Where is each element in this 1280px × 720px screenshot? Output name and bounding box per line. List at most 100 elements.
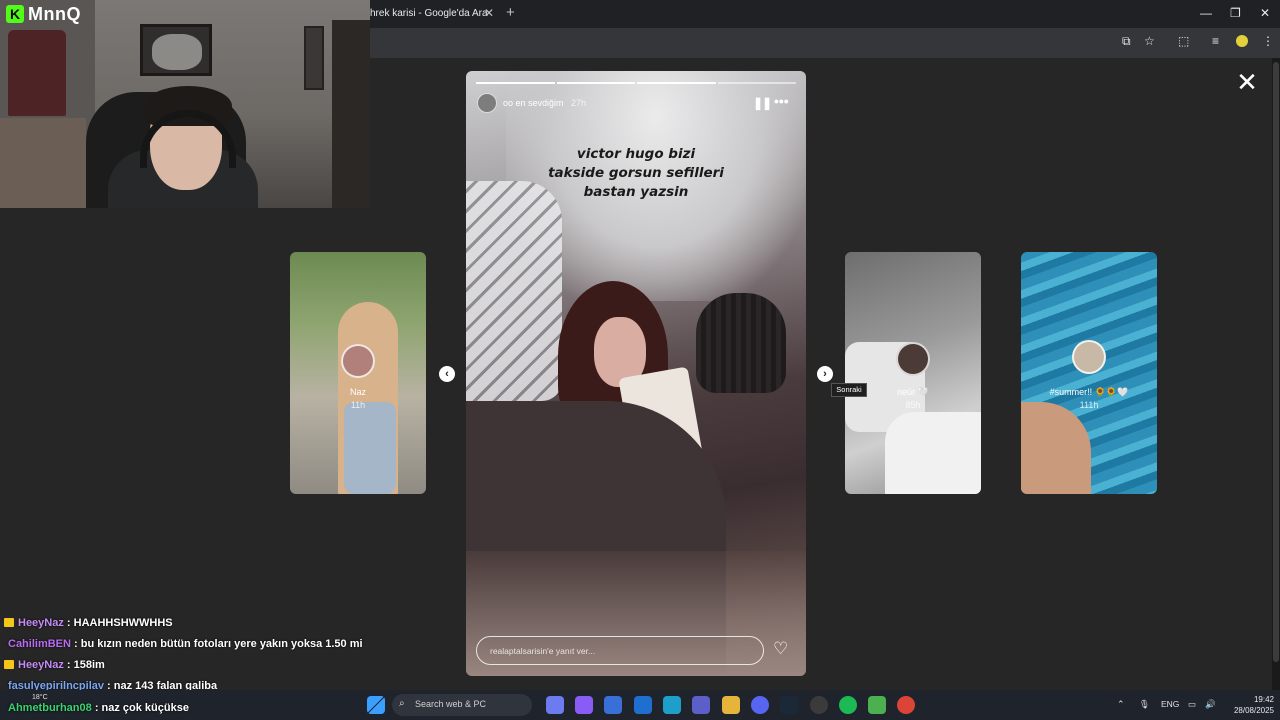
stream-logo: K MnnQ [6, 4, 81, 24]
story-time: 111h [1079, 400, 1099, 410]
caption-line: victor hugo bizi [576, 146, 696, 162]
previous-story-button[interactable]: ‹ [439, 366, 455, 382]
file-explorer-icon[interactable] [722, 696, 740, 714]
menu-kebab-icon[interactable]: ⋮ [1262, 34, 1274, 48]
story-card-prev[interactable]: Naz 11h [290, 252, 426, 494]
caption-line: takside gorsun sefilleri [548, 165, 724, 181]
scrollbar-thumb[interactable] [1273, 62, 1279, 662]
reply-placeholder: realaptalsarisin'e yanıt ver... [490, 646, 596, 656]
story-username: Naz [349, 387, 366, 397]
screen: hrek karisi - Google'da Ara ✕ + — ❐ ✕ ⧉ … [0, 0, 1280, 720]
discord-icon[interactable] [751, 696, 769, 714]
copilot-icon[interactable] [546, 696, 564, 714]
browser-tab[interactable]: hrek karisi - Google'da Ara [360, 2, 500, 28]
spotify-icon[interactable] [839, 696, 857, 714]
like-heart-icon[interactable]: ♡ [773, 639, 788, 659]
chat-text: : 158im [66, 659, 105, 671]
chat-username: HeeyNaz [18, 659, 64, 671]
store-icon[interactable] [604, 696, 622, 714]
story-photo [344, 402, 396, 494]
story-photo [1021, 402, 1091, 494]
more-options-icon[interactable]: ••• [774, 93, 789, 109]
story-avatar [896, 342, 930, 376]
kick-logo-icon: K [6, 5, 24, 23]
window-close-button[interactable]: ✕ [1260, 6, 1270, 20]
story-username[interactable]: oo en sevdiğim [503, 98, 564, 108]
language-indicator[interactable]: ENG [1161, 699, 1179, 709]
subscriber-badge-icon [4, 618, 14, 627]
tab-close-icon[interactable]: ✕ [484, 6, 494, 20]
next-tooltip: Sonraki [831, 383, 867, 397]
microphone-icon[interactable]: 🎙 [1139, 699, 1150, 710]
chat-username: HeeyNaz [18, 617, 64, 629]
chrome-icon[interactable] [897, 696, 915, 714]
bookmark-star-icon[interactable]: ☆ [1144, 34, 1155, 48]
tray-chevron-icon[interactable]: ⌃ [1117, 699, 1125, 710]
story-avatar [341, 344, 375, 378]
volume-icon[interactable]: 🔊 [1205, 699, 1216, 710]
story-card-next-2[interactable]: #summer!! 🌻🌻🤍 111h [1021, 252, 1157, 494]
app-icon[interactable] [810, 696, 828, 714]
pause-icon[interactable]: ❚❚ [753, 96, 772, 110]
webcam-image [0, 118, 86, 208]
story-card-main[interactable]: oo en sevdiğim 27h ❚❚ ••• victor hugo bi… [466, 71, 806, 676]
clock-time: 19:42 [1253, 695, 1274, 704]
close-viewer-icon[interactable]: ✕ [1234, 69, 1260, 96]
edge-icon[interactable] [663, 696, 681, 714]
network-icon[interactable]: ▭ [1188, 699, 1196, 710]
story-time: 27h [571, 98, 587, 108]
progress-segment [476, 82, 555, 84]
story-card-next[interactable]: neür 🤍 85h [845, 252, 981, 494]
chat-message: HeeyNaz : HAAHHSHWWHHS [4, 617, 173, 629]
webcam-image [304, 26, 324, 90]
outlook-icon[interactable] [634, 696, 652, 714]
webcam-overlay [0, 0, 370, 208]
maximize-button[interactable]: ❐ [1230, 6, 1241, 20]
chat-text: : bu kızın neden bütün fotoları yere yak… [74, 638, 363, 650]
story-avatar [1072, 340, 1106, 374]
weather-temp[interactable]: 18°C [32, 694, 48, 701]
story-time: 11h [350, 400, 366, 410]
progress-segment [556, 82, 635, 84]
story-photo [466, 181, 562, 401]
address-bar[interactable] [370, 30, 1110, 54]
install-app-icon[interactable]: ⧉ [1122, 34, 1131, 49]
story-photo [696, 293, 786, 393]
chat-text: : HAAHHSHWWHHS [66, 617, 173, 629]
chat-message: CahilimBEN : bu kızın neden bütün fotola… [8, 638, 363, 650]
search-placeholder: Search web & PC [415, 699, 487, 709]
webcam-image [332, 20, 370, 208]
story-time: 85h [905, 400, 921, 410]
progress-segment [717, 82, 796, 84]
steam-icon[interactable] [780, 696, 798, 714]
search-icon: ⌕ [399, 698, 405, 709]
story-progress-bar [476, 82, 796, 84]
chat-message: HeeyNaz : 158im [4, 659, 105, 671]
start-windows-icon[interactable] [367, 696, 385, 714]
chat-username: CahilimBEN [8, 638, 71, 650]
webcam-image [152, 34, 202, 70]
media-control-icon[interactable]: ≡ [1212, 34, 1219, 48]
subscriber-badge-icon [4, 660, 14, 669]
minecraft-icon[interactable] [868, 696, 886, 714]
webcam-image [8, 30, 66, 116]
chat-text: : naz çok küçükse [94, 702, 189, 714]
story-username: #summer!! 🌻🌻🤍 [1049, 387, 1129, 397]
taskbar-clock[interactable]: 19:42 28/08/2025 [1222, 694, 1274, 716]
story-caption: victor hugo bizi takside gorsun sefiller… [506, 145, 766, 202]
profile-avatar[interactable] [1236, 35, 1248, 47]
teams-icon[interactable] [692, 696, 710, 714]
streamer-name: MnnQ [28, 3, 81, 24]
chat-username: Ahmetburhan08 [8, 702, 92, 714]
widget-icon[interactable] [575, 696, 593, 714]
tab-title: hrek karisi - Google'da Ara [370, 8, 488, 19]
caption-line: bastan yazsin [583, 184, 689, 200]
extensions-icon[interactable]: ⬚ [1178, 34, 1189, 48]
story-photo [885, 412, 981, 494]
new-tab-button[interactable]: + [506, 4, 515, 21]
chat-message: Ahmetburhan08 : naz çok küçükse [8, 702, 189, 714]
clock-date: 28/08/2025 [1233, 706, 1274, 715]
next-story-button[interactable]: › [817, 366, 833, 382]
story-avatar[interactable] [477, 93, 497, 113]
minimize-button[interactable]: — [1200, 6, 1212, 20]
